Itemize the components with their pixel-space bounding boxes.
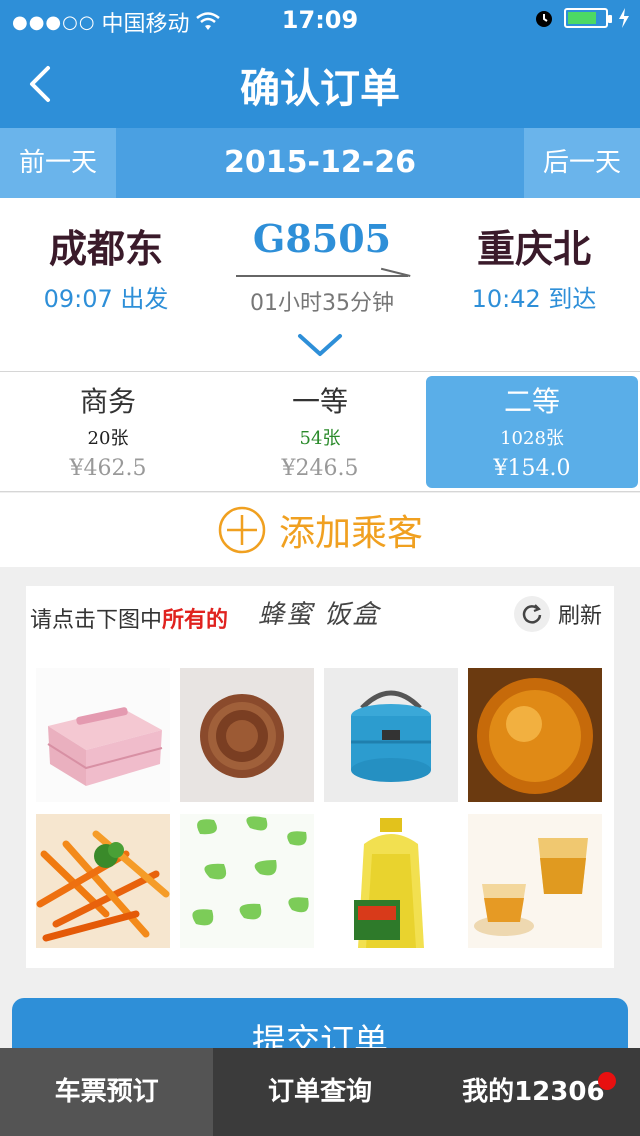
battery-level xyxy=(568,12,596,24)
battery-icon xyxy=(564,8,612,28)
plus-circle-icon xyxy=(218,506,266,554)
captcha-image-ginkgo[interactable] xyxy=(180,814,314,948)
seat-name: 一等 xyxy=(291,385,348,418)
add-passenger-label: 添加乘客 xyxy=(278,513,423,554)
status-icons xyxy=(534,8,630,28)
departure-station-name: 成都东 xyxy=(48,226,163,271)
captcha-image-oil-bottle[interactable] xyxy=(324,814,458,948)
captcha-prompt: 请点击下图中所有的 xyxy=(30,602,228,634)
captcha-header: 请点击下图中所有的 蜂蜜 饭盒 刷新 xyxy=(26,586,614,646)
chevron-down-icon[interactable] xyxy=(296,330,344,360)
tab-ticket-booking[interactable]: 车票预订 xyxy=(0,1048,214,1136)
tab-my-12306[interactable]: 我的12306 xyxy=(427,1048,640,1136)
departure-station: 成都东 09:07 出发 xyxy=(6,218,206,314)
seat-price: ¥246.5 xyxy=(281,456,359,481)
arrival-time: 10:42 到达 xyxy=(471,285,597,313)
nav-bar: 确认订单 xyxy=(0,40,640,128)
seat-option-business[interactable]: 商务 20张 ¥462.5 xyxy=(2,376,214,488)
seat-count: 20张 xyxy=(87,428,129,449)
captcha-image-cookie[interactable] xyxy=(180,668,314,802)
seat-class-selector: 商务 20张 ¥462.5 一等 54张 ¥246.5 二等 1028张 ¥15… xyxy=(0,372,640,492)
arrival-station-name: 重庆北 xyxy=(476,226,591,271)
seat-count: 1028张 xyxy=(500,428,564,449)
seat-option-second-class[interactable]: 二等 1028张 ¥154.0 xyxy=(426,376,638,488)
captcha-image-grid xyxy=(36,668,604,948)
refresh-icon xyxy=(513,596,550,632)
departure-time: 09:07 出发 xyxy=(43,285,169,313)
alarm-icon xyxy=(536,11,552,27)
train-info-card: 成都东 09:07 出发 G8505 01小时35分钟 重庆北 10:42 到达 xyxy=(0,198,640,372)
train-number: G8505 xyxy=(252,216,392,261)
captcha-image-fries[interactable] xyxy=(36,814,170,948)
tab-label: 订单查询 xyxy=(267,1077,372,1107)
seat-option-first-class[interactable]: 一等 54张 ¥246.5 xyxy=(214,376,426,488)
add-passenger-button[interactable]: 添加乘客 xyxy=(0,493,640,567)
refresh-label: 刷新 xyxy=(557,604,602,629)
captcha-image-honey-tea[interactable] xyxy=(468,814,602,948)
captcha-prompt-text: 请点击下图中 xyxy=(30,608,163,633)
next-day-button[interactable]: 后一天 xyxy=(524,128,640,198)
captcha-panel: 请点击下图中所有的 蜂蜜 饭盒 刷新 xyxy=(26,586,614,968)
page-title: 确认订单 xyxy=(240,66,400,112)
route-arrow xyxy=(236,263,408,277)
captcha-prompt-highlight: 所有的 xyxy=(162,608,229,633)
captcha-image-honey-jar[interactable] xyxy=(468,668,602,802)
captcha-target-text: 蜂蜜 饭盒 xyxy=(258,600,381,630)
seat-name: 二等 xyxy=(503,385,560,418)
tab-label: 车票预订 xyxy=(54,1077,159,1107)
status-bar: ●●●○○ 中国移动 17:09 xyxy=(0,0,640,40)
captcha-image-pink-lunchbox[interactable] xyxy=(36,668,170,802)
current-date[interactable]: 2015-12-26 xyxy=(116,128,524,198)
captcha-refresh-button[interactable]: 刷新 xyxy=(513,596,602,632)
seat-count: 54张 xyxy=(299,428,341,449)
seat-price: ¥154.0 xyxy=(493,456,571,481)
tab-label: 我的12306 xyxy=(462,1077,605,1107)
tab-order-query[interactable]: 订单查询 xyxy=(213,1048,426,1136)
notification-badge xyxy=(597,1072,616,1090)
train-details: G8505 01小时35分钟 xyxy=(236,216,408,317)
charging-icon xyxy=(619,8,629,28)
seat-price: ¥462.5 xyxy=(69,456,147,481)
trip-duration: 01小时35分钟 xyxy=(250,291,394,316)
captcha-image-blue-lunchbox[interactable] xyxy=(324,668,458,802)
prev-day-button[interactable]: 前一天 xyxy=(0,128,116,198)
arrival-station: 重庆北 10:42 到达 xyxy=(434,218,634,314)
date-bar: 前一天 2015-12-26 后一天 xyxy=(0,128,640,198)
seat-name: 商务 xyxy=(79,385,136,418)
tab-bar: 车票预订 订单查询 我的12306 xyxy=(0,1048,640,1136)
